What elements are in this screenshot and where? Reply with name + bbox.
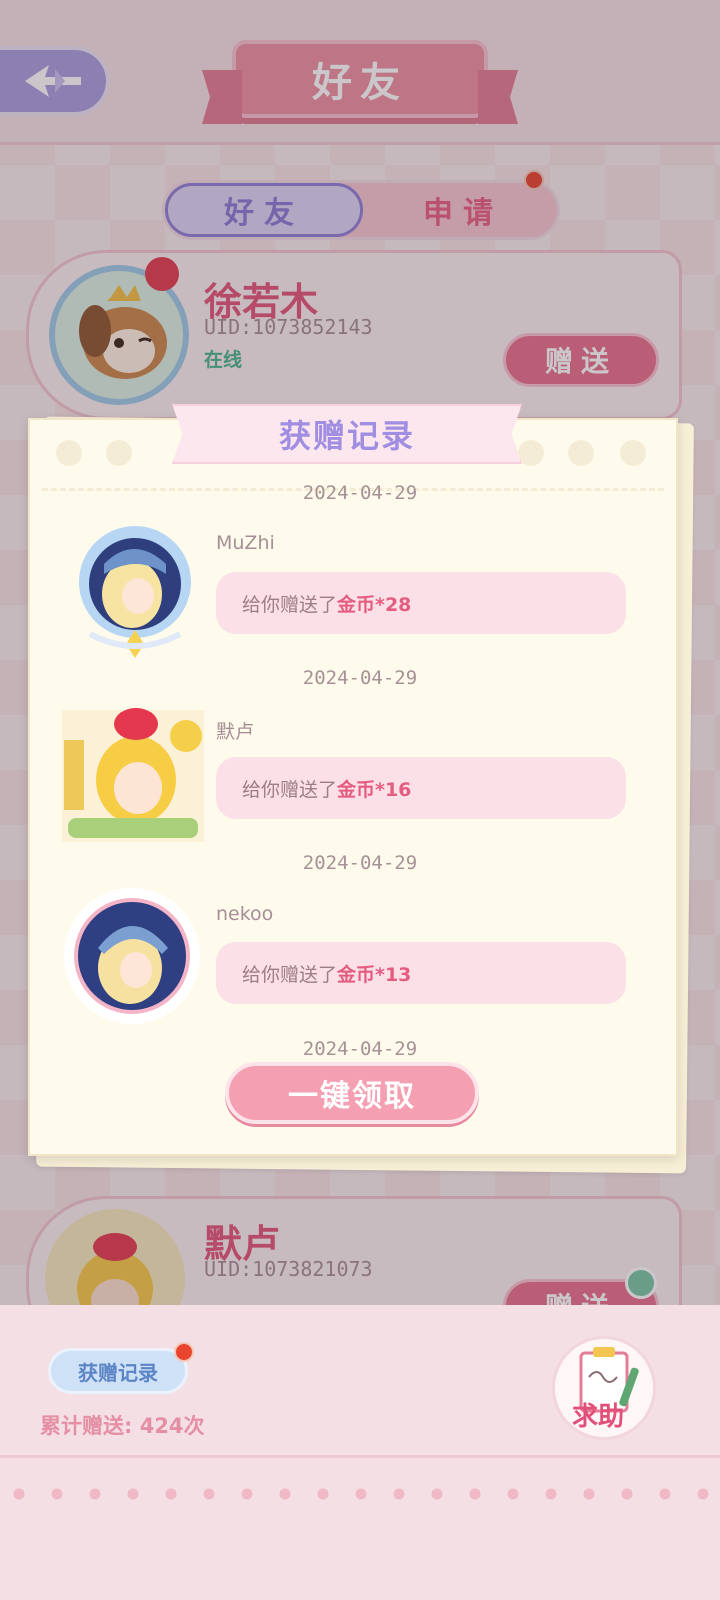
gift-record-button[interactable]: 获赠记录 [48, 1348, 188, 1394]
paper-hole [620, 440, 646, 466]
record-date: 2024-04-29 [302, 482, 418, 504]
blonde-girl-avatar-icon [62, 708, 204, 842]
hooded-girl-avatar-icon [64, 888, 200, 1024]
record-avatar[interactable] [60, 512, 210, 662]
record-message-text: 给你赠送了 [242, 593, 338, 616]
record-message: 给你赠送了 金币*13 [216, 942, 626, 1004]
bottom-heart-border [0, 1484, 720, 1504]
paper-hole [568, 440, 594, 466]
record-sender-name: nekoo [216, 903, 274, 925]
record-date: 2024-04-29 [302, 852, 418, 874]
paper-hole [56, 440, 82, 466]
starry-girl-avatar-icon [79, 526, 191, 658]
dialog-title: 获赠记录 [172, 404, 522, 464]
record-message: 给你赠送了 金币*16 [216, 757, 626, 819]
record-item: 金币*16 [337, 778, 412, 801]
paper-hole [518, 440, 544, 466]
record-message: 给你赠送了 金币*28 [216, 572, 626, 634]
record-message-text: 给你赠送了 [242, 778, 338, 801]
record-sender-name: MuZhi [216, 532, 275, 554]
claim-all-button[interactable]: 一键领取 [225, 1062, 479, 1124]
record-item: 金币*28 [337, 593, 412, 616]
record-sender-name: 默卢 [216, 721, 255, 743]
paper-hole [106, 440, 132, 466]
record-avatar[interactable] [62, 884, 212, 1034]
record-avatar[interactable] [58, 700, 208, 850]
record-notification-dot [174, 1342, 194, 1362]
record-message-text: 给你赠送了 [242, 963, 338, 986]
record-item: 金币*13 [337, 963, 412, 986]
record-date: 2024-04-29 [302, 667, 418, 689]
record-date: 2024-04-29 [302, 1038, 418, 1060]
help-label: 求助 [572, 1402, 625, 1432]
total-gift-count: 累计赠送: 424次 [40, 1414, 205, 1438]
